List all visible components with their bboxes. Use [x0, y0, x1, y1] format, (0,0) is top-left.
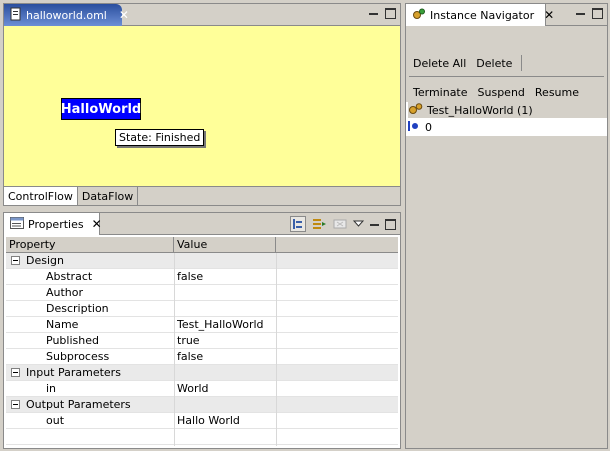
property-row[interactable]: Description — [6, 301, 398, 317]
editor-pane: halloworld.oml ✕ HalloWorld State: Finis… — [3, 3, 401, 206]
restore-default-icon[interactable] — [332, 216, 348, 232]
gears-icon — [412, 7, 426, 24]
category-label: Input Parameters — [26, 366, 121, 379]
properties-tab-title: Properties — [28, 217, 84, 231]
category-label: Output Parameters — [26, 398, 131, 411]
property-row[interactable]: Published true — [6, 333, 398, 349]
property-value[interactable]: true — [177, 333, 274, 349]
property-value[interactable]: false — [177, 349, 274, 365]
category-label: Design — [26, 254, 64, 267]
minimize-icon[interactable] — [575, 8, 586, 19]
empty-row — [6, 429, 398, 445]
collapse-icon[interactable] — [11, 256, 20, 265]
editor-tab-title: halloworld.oml — [26, 8, 107, 22]
property-label: Description — [46, 302, 109, 315]
property-value[interactable] — [177, 285, 274, 301]
filter-icon[interactable] — [311, 216, 327, 232]
child-label: 0 — [425, 120, 432, 134]
properties-tab[interactable]: Properties ✕ — [4, 213, 102, 235]
property-label: Subprocess — [46, 350, 110, 363]
category-row[interactable]: Design — [6, 253, 398, 269]
property-row[interactable]: Abstract false — [6, 269, 398, 285]
minimize-icon[interactable] — [368, 8, 379, 19]
editor-tab[interactable]: halloworld.oml ✕ — [4, 4, 129, 26]
property-row[interactable]: Name Test_HalloWorld — [6, 317, 398, 333]
file-icon — [10, 7, 22, 24]
token-icon — [408, 120, 422, 135]
tab-controlflow[interactable]: ControlFlow — [4, 187, 78, 205]
table-header: Property Value — [6, 237, 398, 253]
tab-dataflow[interactable]: DataFlow — [78, 187, 139, 205]
property-label: in — [46, 382, 57, 395]
property-column-header[interactable]: Property — [6, 237, 174, 253]
tree-item-instance[interactable]: Test_HalloWorld (1) — [408, 102, 607, 118]
property-row[interactable]: out Hallo World — [6, 413, 398, 429]
toolbar-separator — [409, 76, 604, 77]
properties-icon — [10, 216, 24, 232]
property-value[interactable]: World — [177, 381, 274, 397]
state-tooltip: State: Finished — [115, 129, 205, 146]
category-row[interactable]: Output Parameters — [6, 397, 398, 413]
properties-pane: Properties ✕ Property Value Design Abstr… — [3, 212, 401, 449]
navigator-toolbar-1: Delete All Delete — [410, 54, 607, 72]
properties-table: Property Value Design Abstract false Author… — [6, 237, 398, 446]
value-column-header[interactable]: Value — [174, 237, 276, 253]
editor-bottom-tabs: ControlFlow DataFlow — [4, 186, 400, 205]
tree-item-child[interactable]: 0 — [408, 119, 607, 135]
process-node[interactable]: HalloWorld — [61, 98, 141, 120]
gears-icon — [408, 102, 424, 119]
property-row[interactable]: Subprocess false — [6, 349, 398, 365]
instance-navigator-pane: Instance Navigator ✕ Delete All Delete T… — [405, 3, 608, 449]
properties-tabbar: Properties ✕ — [4, 213, 400, 235]
close-icon[interactable]: ✕ — [119, 9, 129, 21]
diagram-canvas[interactable]: HalloWorld State: Finished — [4, 26, 400, 186]
maximize-icon[interactable] — [385, 8, 396, 19]
close-icon[interactable]: ✕ — [92, 218, 102, 230]
property-label: Name — [46, 318, 79, 331]
instance-label: Test_HalloWorld (1) — [427, 103, 533, 117]
show-categories-icon[interactable] — [290, 216, 306, 232]
toolbar-divider — [521, 55, 523, 71]
property-row[interactable]: in World — [6, 381, 398, 397]
suspend-button[interactable]: Suspend — [475, 86, 528, 99]
collapse-icon[interactable] — [11, 368, 20, 377]
property-row[interactable]: Author — [6, 285, 398, 301]
category-row[interactable]: Input Parameters — [6, 365, 398, 381]
maximize-icon[interactable] — [592, 8, 603, 19]
property-label: Published — [46, 334, 99, 347]
terminate-button[interactable]: Terminate — [410, 86, 471, 99]
editor-tabbar: halloworld.oml ✕ — [4, 4, 400, 26]
property-label: out — [46, 414, 65, 427]
collapse-icon[interactable] — [11, 400, 20, 409]
navigator-toolbar-2: Terminate Suspend Resume — [410, 83, 607, 101]
view-menu-icon[interactable] — [352, 218, 365, 231]
minimize-icon[interactable] — [369, 219, 380, 230]
resume-button[interactable]: Resume — [532, 86, 582, 99]
property-value[interactable]: Hallo World — [177, 413, 274, 429]
navigator-tab-title: Instance Navigator — [430, 8, 535, 22]
property-value[interactable]: false — [177, 269, 274, 285]
maximize-icon[interactable] — [385, 218, 396, 230]
navigator-tabbar: Instance Navigator ✕ — [406, 4, 607, 26]
blank-column-header — [276, 237, 398, 253]
close-icon[interactable]: ✕ — [544, 9, 554, 21]
property-value[interactable]: Test_HalloWorld — [177, 317, 274, 333]
navigator-tab[interactable]: Instance Navigator ✕ — [406, 4, 554, 26]
property-value[interactable] — [177, 301, 274, 317]
instance-tree: Test_HalloWorld (1) 0 — [406, 102, 607, 136]
property-label: Author — [46, 286, 84, 299]
property-label: Abstract — [46, 270, 93, 283]
delete-button[interactable]: Delete — [473, 57, 515, 70]
delete-all-button[interactable]: Delete All — [410, 57, 469, 70]
